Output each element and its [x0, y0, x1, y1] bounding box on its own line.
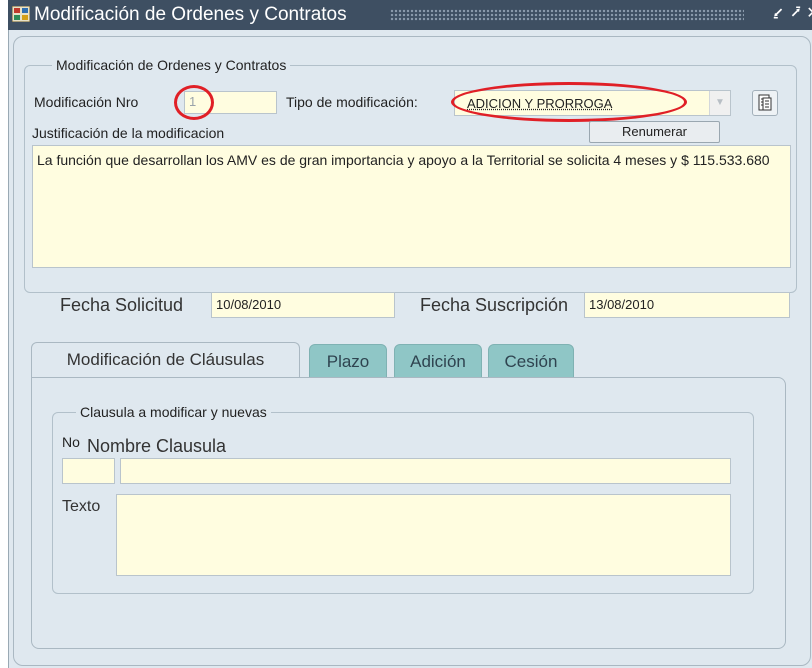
- window-title: Modificación de Ordenes y Contratos: [34, 4, 347, 25]
- tab-plazo[interactable]: Plazo: [309, 344, 387, 378]
- nro-label: Modificación Nro: [34, 94, 139, 110]
- document-icon: [758, 94, 772, 111]
- fecha-solicitud-field[interactable]: 10/08/2010: [211, 292, 395, 318]
- group-title: Modificación de Ordenes y Contratos: [52, 57, 291, 73]
- clausula-texto-field[interactable]: [116, 494, 731, 576]
- minimize-icon[interactable]: ⭹: [770, 4, 786, 24]
- title-bar-pattern: [390, 9, 744, 21]
- fecha-suscripcion-field[interactable]: 13/08/2010: [584, 292, 790, 318]
- no-label: No: [62, 434, 80, 450]
- renumerar-button[interactable]: Renumerar: [589, 121, 720, 143]
- tab-panel-clausulas: Clausula a modificar y nuevas No Nombre …: [31, 377, 786, 649]
- form-panel: Modificación de Ordenes y Contratos Modi…: [8, 30, 812, 668]
- fecha-suscripcion-label: Fecha Suscripción: [420, 295, 569, 315]
- form-frame: Modificación de Ordenes y Contratos Modi…: [13, 36, 811, 666]
- nro-highlight-ring: [174, 85, 214, 120]
- title-bar[interactable]: Modificación de Ordenes y Contratos ⭹ ⭷ …: [8, 0, 812, 30]
- tipo-label: Tipo de modificación:: [286, 94, 418, 110]
- app-window: Modificación de Ordenes y Contratos ⭹ ⭷ …: [0, 0, 812, 668]
- nombre-clausula-label: Nombre Clausula: [87, 436, 227, 456]
- justificacion-textarea[interactable]: La función que desarrollan los AMV es de…: [32, 145, 791, 268]
- chevron-down-icon[interactable]: ▼: [709, 91, 730, 115]
- clausula-group-title: Clausula a modificar y nuevas: [76, 404, 271, 420]
- tab-modificacion-clausulas[interactable]: Modificación de Cláusulas: [31, 342, 300, 378]
- maximize-icon[interactable]: ⭷: [788, 4, 804, 24]
- justificacion-label: Justificación de la modificacion: [32, 125, 225, 141]
- tab-cesion[interactable]: Cesión: [488, 344, 574, 378]
- document-icon-button[interactable]: [752, 90, 778, 116]
- tab-adicion[interactable]: Adición: [394, 344, 482, 378]
- clausula-no-field[interactable]: [62, 458, 115, 484]
- tipo-highlight-ring: [451, 82, 687, 122]
- clausula-nombre-field[interactable]: [120, 458, 731, 484]
- close-icon[interactable]: ✕: [805, 4, 812, 24]
- fecha-solicitud-label: Fecha Solicitud: [60, 295, 184, 315]
- texto-label: Texto: [62, 498, 101, 515]
- app-icon: [12, 6, 30, 22]
